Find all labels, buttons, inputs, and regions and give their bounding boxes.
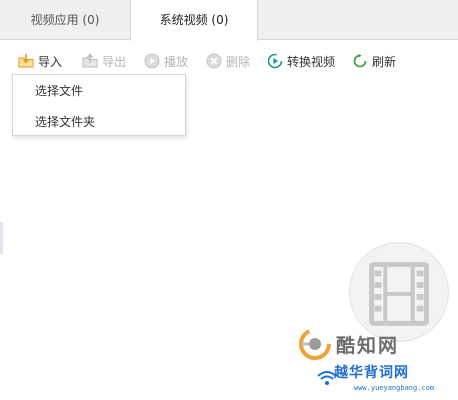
tab-bar: 视频应用 (0) 系统视频 (0) — [0, 0, 458, 41]
watermark-yuehua-url: www.yueyangbang.com — [354, 384, 435, 392]
export-label: 导出 — [102, 54, 127, 69]
export-button[interactable]: 导出 — [82, 48, 126, 74]
refresh-label: 刷新 — [372, 54, 397, 69]
delete-icon — [206, 53, 222, 69]
import-dropdown-menu: 选择文件 选择文件夹 — [12, 74, 186, 136]
import-label: 导入 — [38, 54, 63, 69]
refresh-icon — [353, 53, 367, 68]
delete-button[interactable]: 删除 — [206, 48, 250, 74]
menu-item-select-file[interactable]: 选择文件 — [13, 76, 185, 106]
play-label: 播放 — [164, 54, 189, 69]
convert-video-icon — [267, 53, 283, 69]
play-button[interactable]: 播放 — [144, 48, 188, 74]
watermark-logo-icon — [299, 328, 331, 360]
watermark-kuzhi-text: 酷知网 — [336, 334, 400, 357]
watermark-yuehua-title: 越华背词网 — [334, 365, 409, 381]
toolbar: 导入 导出 播放 删除 转换视频 刷新 — [0, 48, 458, 74]
watermark-kuzhi: 酷知网 — [298, 324, 399, 364]
left-edge-marker — [0, 222, 3, 254]
delete-label: 删除 — [226, 54, 251, 69]
watermark-yuehua: 越华背词网 www.yueyangbang.com — [316, 360, 456, 398]
menu-item-select-folder[interactable]: 选择文件夹 — [13, 107, 185, 137]
play-icon — [144, 53, 160, 69]
convert-video-button[interactable]: 转换视频 — [267, 48, 335, 74]
convert-video-label: 转换视频 — [287, 54, 336, 69]
refresh-button[interactable]: 刷新 — [352, 48, 396, 74]
folder-import-icon — [18, 54, 34, 68]
tab-video-apps[interactable]: 视频应用 (0) — [0, 0, 130, 40]
tab-system-videos[interactable]: 系统视频 (0) — [130, 0, 258, 41]
import-button[interactable]: 导入 — [18, 48, 62, 74]
folder-export-icon — [82, 53, 98, 68]
